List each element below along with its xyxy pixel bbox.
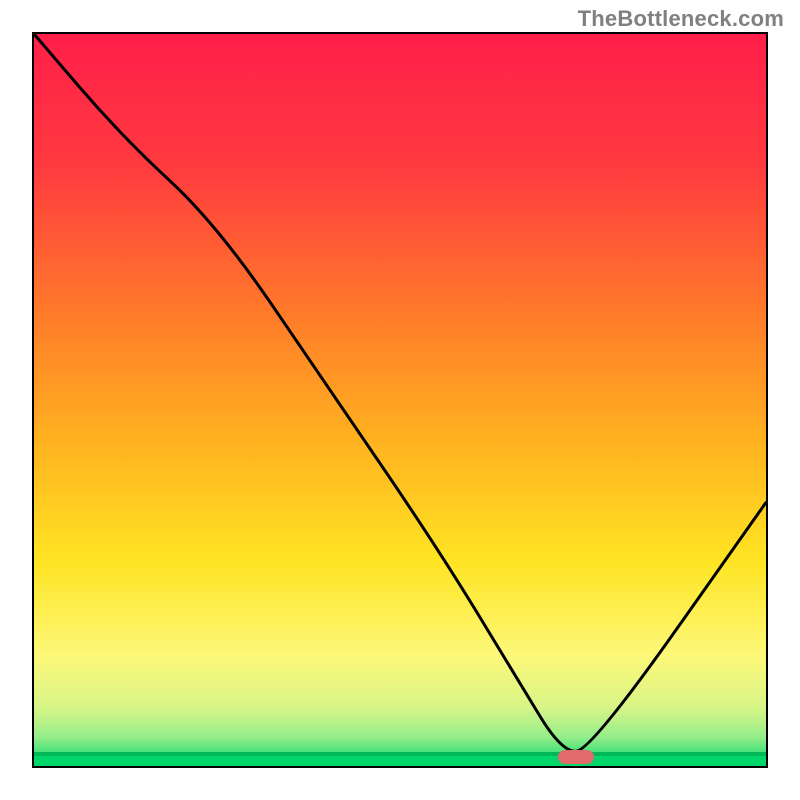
watermark-text: TheBottleneck.com xyxy=(578,6,784,32)
plot-frame xyxy=(32,32,768,768)
optimal-marker xyxy=(558,750,594,764)
bottleneck-line xyxy=(34,34,766,751)
chart-container: TheBottleneck.com xyxy=(0,0,800,800)
curve-layer xyxy=(34,34,766,766)
